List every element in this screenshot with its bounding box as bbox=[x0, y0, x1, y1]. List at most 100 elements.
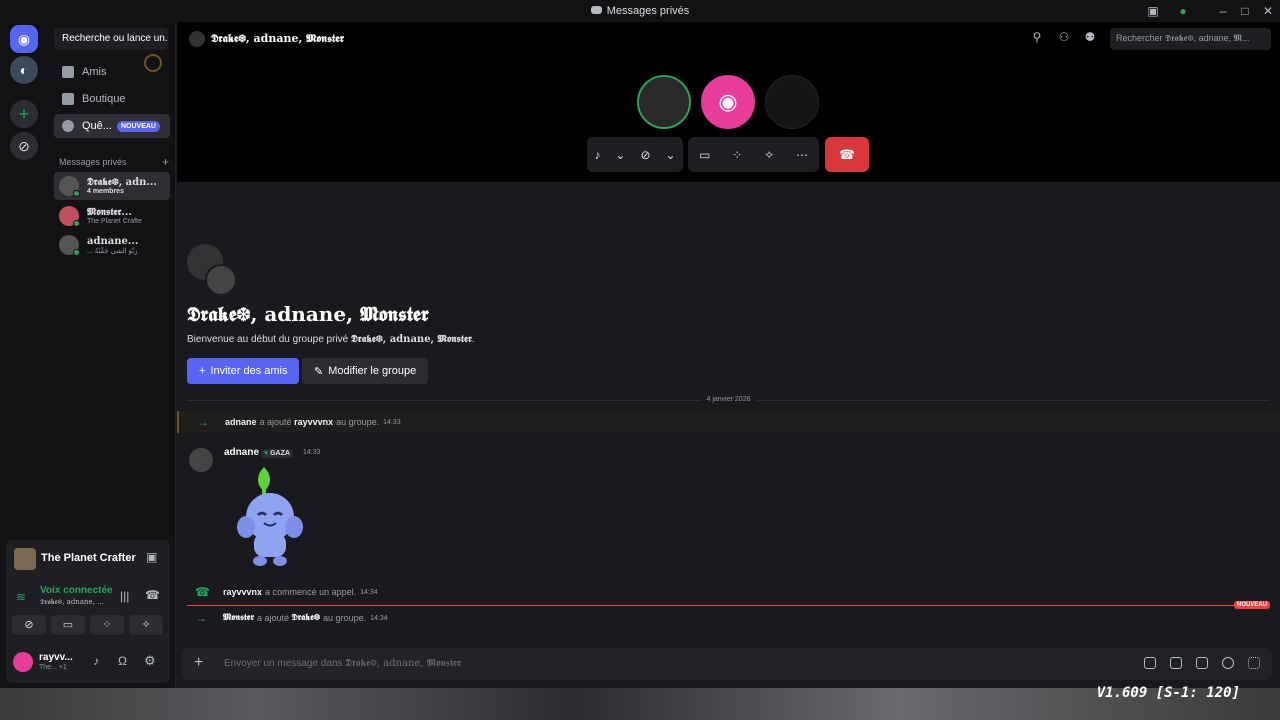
nav-shop[interactable]: Boutique bbox=[54, 87, 170, 111]
activity-controls: ▭ ⁘ ✧ ⋯ bbox=[688, 137, 819, 172]
gift-icon[interactable] bbox=[1144, 657, 1156, 669]
soundboard-icon[interactable]: ✧ bbox=[129, 615, 163, 635]
server-icon[interactable]: ◐ bbox=[10, 56, 38, 84]
help-icon[interactable]: ● bbox=[1175, 3, 1191, 19]
sticker-icon[interactable] bbox=[1196, 657, 1208, 669]
channel-title: 𝕯𝖗𝖆𝖐𝖊❆, adnane, 𝕸𝖔𝖓𝖘𝖙𝖊𝖗 bbox=[211, 32, 344, 45]
dm-item-adnane[interactable]: adnane...... زِنْوَ الشيِ جَفْنَهُ bbox=[54, 231, 170, 259]
message-composer[interactable]: + Envoyer un message dans 𝕯𝖗𝖆𝖐𝖊❆, adnane… bbox=[182, 648, 1272, 680]
chat-area: 𝕯𝖗𝖆𝖐𝖊❆, adnane, 𝕸𝖔𝖓𝖘𝖙𝖊𝖗 Bienvenue au déb… bbox=[177, 182, 1280, 688]
group-icon bbox=[189, 31, 205, 47]
emoji-icon[interactable] bbox=[1222, 657, 1234, 669]
search-input[interactable]: Rechercher 𝕯𝖗𝖆𝖐𝖊❆, adnane, 𝕸... bbox=[1110, 28, 1271, 50]
user-status: The... +1 bbox=[39, 664, 67, 671]
home-discord-icon[interactable]: ◉ bbox=[10, 25, 38, 53]
loading-icon bbox=[144, 54, 162, 72]
edit-group-button[interactable]: ✎ Modifier le groupe bbox=[302, 358, 429, 384]
invite-friends-button[interactable]: + Inviter des amis bbox=[187, 358, 300, 384]
title-bar: Messages privés ▣ ● – □ ✕ bbox=[0, 0, 1280, 22]
chevron-down-icon[interactable]: ⌄ bbox=[665, 148, 675, 162]
camera-off-icon[interactable]: ⊘ bbox=[12, 615, 46, 635]
activities-icon[interactable]: ⁘ bbox=[90, 615, 124, 635]
mic-icon[interactable]: ♪ bbox=[93, 654, 99, 668]
gif-icon[interactable] bbox=[1170, 657, 1182, 669]
signal-icon[interactable]: ≋ bbox=[16, 590, 26, 604]
settings-gear-icon[interactable]: ⚙ bbox=[144, 653, 156, 669]
user-name[interactable]: rayvv... bbox=[39, 652, 73, 663]
end-call-button[interactable]: ☎ bbox=[825, 137, 869, 172]
apps-icon[interactable] bbox=[1248, 657, 1260, 669]
call-area: 𝕯𝖗𝖆𝖐𝖊❆, adnane, 𝕸𝖔𝖓𝖘𝖙𝖊𝖗 ⚲ ⚇ ⚉ Rechercher… bbox=[177, 22, 1280, 182]
version-overlay: V1.609 [S-1: 120] bbox=[1096, 685, 1240, 701]
welcome-text: Bienvenue au début du groupe privé 𝕯𝖗𝖆𝖐𝖊… bbox=[187, 334, 475, 345]
avatar bbox=[59, 176, 80, 197]
user-avatar[interactable] bbox=[13, 652, 33, 672]
system-message: → 𝕸𝖔𝖓𝖘𝖙𝖊𝖗 a ajouté 𝕯𝖗𝖆𝖐𝖊❆ au groupe. 14:34 bbox=[195, 611, 388, 625]
date-divider: 4 janvier 2026 bbox=[187, 396, 1270, 403]
system-message: ☎ rayvvvnx a commencé un appel. 14:34 bbox=[195, 585, 378, 599]
headphones-icon[interactable]: Ω bbox=[118, 654, 127, 668]
wumpus-sticker[interactable] bbox=[232, 465, 312, 570]
voice-panel: The Planet Crafter ▣ ≋ Voix connectée 𝕯𝖗… bbox=[6, 540, 170, 683]
participant-avatar[interactable] bbox=[637, 75, 691, 129]
voice-status[interactable]: Voix connectée bbox=[40, 585, 113, 596]
friends-icon bbox=[62, 66, 74, 78]
attach-plus-icon[interactable]: + bbox=[194, 654, 203, 672]
minimize-button[interactable]: – bbox=[1215, 3, 1231, 19]
maximize-button[interactable]: □ bbox=[1237, 3, 1253, 19]
online-status-icon bbox=[73, 190, 80, 197]
chevron-down-icon[interactable]: ⌄ bbox=[615, 148, 625, 162]
screenshare-icon[interactable]: ▭ bbox=[51, 615, 85, 635]
create-dm-icon[interactable]: + bbox=[162, 155, 169, 169]
add-member-icon[interactable]: ⚇ bbox=[1057, 30, 1071, 44]
game-name: The Planet Crafter bbox=[41, 552, 136, 564]
hangup-icon: ☎ bbox=[838, 147, 856, 162]
participant-avatar[interactable] bbox=[765, 75, 819, 129]
soundboard-icon[interactable]: ✧ bbox=[764, 148, 774, 162]
phone-icon: ☎ bbox=[195, 585, 210, 599]
noise-icon[interactable]: ||| bbox=[120, 589, 129, 603]
game-icon bbox=[14, 548, 36, 570]
audio-video-controls: ♪ ⌄ ⊘ ⌄ bbox=[587, 137, 683, 172]
inbox-icon[interactable]: ▣ bbox=[1145, 3, 1161, 19]
dm-header: Messages privés + bbox=[59, 155, 169, 169]
member-list-icon[interactable]: ⚉ bbox=[1083, 30, 1097, 44]
group-avatar bbox=[205, 264, 237, 296]
desktop-background bbox=[0, 688, 1280, 720]
heart-icon: ♥ bbox=[264, 450, 269, 457]
screenshare-icon[interactable]: ▭ bbox=[699, 148, 710, 162]
quests-icon bbox=[62, 120, 74, 132]
timestamp: 14:33 bbox=[303, 449, 321, 456]
discord-icon bbox=[590, 6, 602, 14]
camera-off-icon[interactable]: ⊘ bbox=[640, 148, 650, 162]
pin-icon[interactable]: ⚲ bbox=[1030, 30, 1044, 44]
avatar bbox=[59, 206, 80, 227]
activities-icon[interactable]: ⁘ bbox=[732, 148, 742, 162]
dm-item-monster[interactable]: 𝕸𝖔𝖓𝖘𝖙𝖊𝖗... The Planet Crafte bbox=[54, 202, 170, 230]
window-title: Messages privés bbox=[0, 5, 1280, 17]
message: adnane ♥ GAZA 14:33 bbox=[177, 440, 1280, 585]
activity-icon[interactable]: ▣ bbox=[146, 550, 157, 564]
shop-icon bbox=[62, 93, 74, 105]
search-button[interactable]: Recherche ou lance un... bbox=[54, 28, 168, 50]
author-name[interactable]: adnane bbox=[224, 447, 259, 458]
pencil-icon: ✎ bbox=[314, 365, 324, 378]
participant-discord-avatar[interactable]: ◉ bbox=[701, 75, 755, 129]
close-button[interactable]: ✕ bbox=[1260, 3, 1276, 19]
avatar[interactable] bbox=[189, 448, 213, 472]
online-status-icon bbox=[73, 249, 80, 256]
explore-icon[interactable]: ⊘ bbox=[10, 132, 38, 160]
nav-quests[interactable]: Quê... NOUVEAU bbox=[54, 114, 170, 138]
composer-placeholder[interactable]: Envoyer un message dans 𝕯𝖗𝖆𝖐𝖊❆, adnane, … bbox=[224, 658, 461, 669]
online-status-icon bbox=[73, 220, 80, 227]
new-badge: NOUVEAU bbox=[116, 120, 160, 132]
add-server-icon[interactable]: + bbox=[10, 100, 38, 128]
guild-tag: ♥ GAZA bbox=[261, 449, 293, 458]
mic-icon[interactable]: ♪ bbox=[594, 148, 600, 162]
arrow-right-icon: → bbox=[195, 611, 207, 625]
more-icon[interactable]: ⋯ bbox=[796, 148, 808, 162]
dm-item-group[interactable]: 𝕯𝖗𝖆𝖐𝖊❆, adn... 4 membres bbox=[54, 172, 170, 200]
voice-channel: 𝕯𝖗𝖆𝖐𝖊❆, adnane, ... bbox=[40, 598, 104, 606]
group-title: 𝕯𝖗𝖆𝖐𝖊❆, adnane, 𝕸𝖔𝖓𝖘𝖙𝖊𝖗 bbox=[187, 302, 429, 326]
disconnect-icon[interactable]: ☎ bbox=[145, 588, 160, 602]
